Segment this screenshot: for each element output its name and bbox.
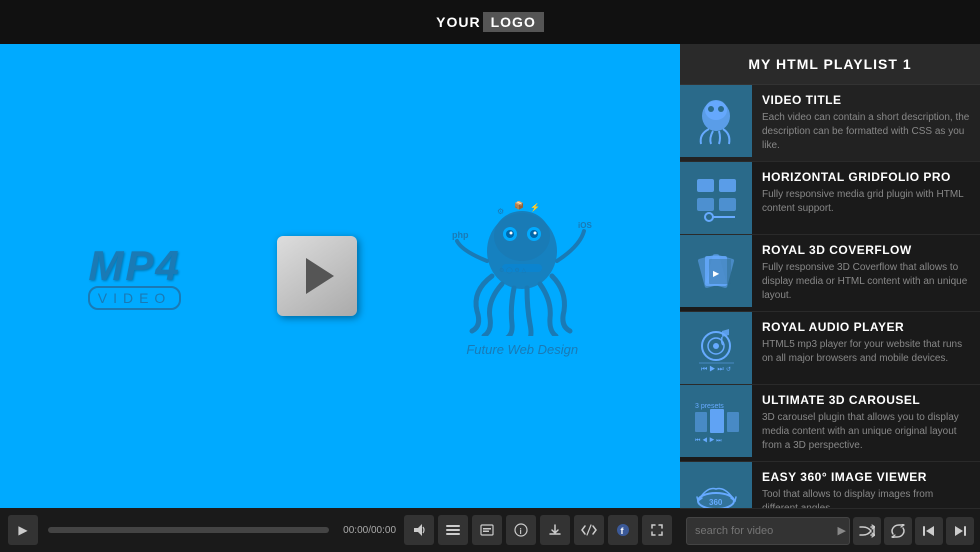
svg-text:⚡: ⚡ [530, 202, 540, 212]
svg-text:▶: ▶ [713, 269, 720, 278]
playlist-item-title-3: ROYAL AUDIO PLAYER [762, 320, 970, 334]
playlist-thumb-0 [680, 85, 752, 157]
playlist-item[interactable]: 360 EASY 360° IMAGE VIEWER Tool that all… [680, 462, 980, 508]
mp4-text: MP4 [88, 242, 180, 290]
svg-text:i: i [520, 527, 522, 536]
playlist-thumb-3: ⏮ ▶ ⏭ ↺ [680, 312, 752, 384]
svg-text:360: 360 [709, 498, 723, 507]
facebook-button[interactable]: f [608, 515, 638, 545]
playlist-item[interactable]: ▶ ROYAL 3D COVERFLOW Fully responsive 3D… [680, 235, 980, 312]
playlist-item-title-2: ROYAL 3D COVERFLOW [762, 243, 970, 257]
shuffle-icon [859, 524, 875, 538]
playlist-item-desc-1: Fully responsive media grid plugin with … [762, 188, 970, 216]
thumb-icon-3: ⏮ ▶ ⏭ ↺ [689, 321, 744, 376]
thumb-icon-0 [689, 94, 744, 149]
sidebar: MY HTML PLAYLIST 1 [680, 44, 980, 552]
mascot-area: php iOS ⚙ 📦 ⚡ ⚙ ◯ ⚙ △ Future Web Design [452, 196, 592, 357]
playlist-item-title-1: HORIZONTAL GRIDFOLIO PRO [762, 170, 970, 184]
info-button[interactable]: i [506, 515, 536, 545]
volume-icon [412, 523, 426, 537]
playlist-item-desc-4: 3D carousel plugin that allows you to di… [762, 411, 970, 453]
svg-text:⚙ ◯ ⚙ △: ⚙ ◯ ⚙ △ [499, 267, 526, 274]
playlist-item[interactable]: VIDEO TITLE Each video can contain a sho… [680, 85, 980, 162]
playlist-info-2: ROYAL 3D COVERFLOW Fully responsive 3D C… [752, 235, 980, 311]
playlist-thumb-2: ▶ [680, 235, 752, 307]
progress-bar[interactable] [48, 527, 329, 533]
volume-button[interactable] [404, 515, 434, 545]
fullscreen-button[interactable] [642, 515, 672, 545]
next-icon [953, 524, 967, 538]
video-text: VIDEO [88, 286, 182, 310]
search-container: ▶ [686, 517, 850, 545]
loop-icon [890, 524, 906, 538]
svg-text:⏮ ▶ ⏭: ⏮ ▶ ⏭ [701, 365, 724, 373]
playlist-item[interactable]: HORIZONTAL GRIDFOLIO PRO Fully responsiv… [680, 162, 980, 235]
mp4-logo: MP4 VIDEO [88, 242, 182, 310]
main-area: MP4 VIDEO [0, 44, 980, 552]
facebook-icon: f [616, 523, 630, 537]
playlist-item-title-0: VIDEO TITLE [762, 93, 970, 107]
loop-button[interactable] [884, 517, 912, 545]
playlist-item[interactable]: 3 presets ⏮ ◀ ▶ ⏭ ULTIMATE 3D CAROUSEL 3… [680, 385, 980, 462]
playlist-item-desc-5: Tool that allows to display images from … [762, 488, 970, 508]
svg-text:⏮ ◀ ▶ ⏭: ⏮ ◀ ▶ ⏭ [695, 437, 722, 444]
download-icon [548, 523, 562, 537]
playlist-container[interactable]: VIDEO TITLE Each video can contain a sho… [680, 85, 980, 508]
playlist-item-title-4: ULTIMATE 3D CAROUSEL [762, 393, 970, 407]
playlist-button[interactable] [438, 515, 468, 545]
playlist-info-5: EASY 360° IMAGE VIEWER Tool that allows … [752, 462, 980, 508]
search-input[interactable] [686, 517, 850, 545]
embed-icon [581, 524, 597, 536]
playlist-info-4: ULTIMATE 3D CAROUSEL 3D carousel plugin … [752, 385, 980, 461]
svg-text:📦: 📦 [514, 200, 524, 210]
playlist-item-desc-0: Each video can contain a short descripti… [762, 111, 970, 153]
svg-text:3 presets: 3 presets [695, 403, 724, 410]
mascot-icon: php iOS ⚙ 📦 ⚡ ⚙ ◯ ⚙ △ [452, 196, 592, 336]
info-icon: i [514, 523, 528, 537]
top-bar: YOUR LOGO [0, 0, 980, 44]
logo-your: YOUR [436, 14, 480, 30]
fullscreen-icon [650, 523, 664, 537]
playlist-thumb-4: 3 presets ⏮ ◀ ▶ ⏭ [680, 385, 752, 457]
prev-icon [922, 524, 936, 538]
mascot-label: Future Web Design [466, 342, 578, 357]
logo: YOUR LOGO [436, 12, 544, 32]
playlist-item-desc-2: Fully responsive 3D Coverflow that allow… [762, 261, 970, 303]
prev-track-button[interactable] [915, 517, 943, 545]
svg-text:iOS: iOS [578, 221, 592, 230]
thumb-icon-5: 360 [689, 471, 744, 509]
time-display: 00:00/00:00 [339, 525, 400, 536]
svg-text:php: php [452, 230, 469, 240]
next-track-button[interactable] [946, 517, 974, 545]
playlist-item-title-5: EASY 360° IMAGE VIEWER [762, 470, 970, 484]
playlist-thumb-1 [680, 162, 752, 234]
search-submit-button[interactable]: ▶ [838, 524, 846, 537]
thumb-icon-4: 3 presets ⏮ ◀ ▶ ⏭ [689, 394, 744, 449]
video-area: MP4 VIDEO [0, 44, 680, 552]
playlist-info-3: ROYAL AUDIO PLAYER HTML5 mp3 player for … [752, 312, 980, 384]
logo-box: LOGO [483, 12, 544, 32]
chapters-button[interactable] [472, 515, 502, 545]
embed-button[interactable] [574, 515, 604, 545]
svg-text:⚙: ⚙ [497, 207, 504, 216]
chapters-icon [480, 524, 494, 536]
svg-text:↺: ↺ [726, 366, 731, 373]
playlist-info-0: VIDEO TITLE Each video can contain a sho… [752, 85, 980, 161]
playlist-item[interactable]: ⏮ ▶ ⏭ ↺ ROYAL AUDIO PLAYER HTML5 mp3 pla… [680, 312, 980, 385]
playlist-item-desc-3: HTML5 mp3 player for your website that r… [762, 338, 970, 366]
sidebar-header: MY HTML PLAYLIST 1 [680, 44, 980, 85]
sidebar-controls: ▶ [680, 508, 980, 552]
video-play-button[interactable] [277, 236, 357, 316]
thumb-icon-1 [689, 171, 744, 226]
video-controls-bar: ▶ 00:00/00:00 [0, 508, 680, 552]
playlist-info-1: HORIZONTAL GRIDFOLIO PRO Fully responsiv… [752, 162, 980, 234]
playlist-title: MY HTML PLAYLIST 1 [696, 56, 964, 72]
playlist-thumb-5: 360 [680, 462, 752, 508]
thumb-icon-2: ▶ [689, 244, 744, 299]
shuffle-button[interactable] [853, 517, 881, 545]
video-content: MP4 VIDEO [0, 44, 680, 508]
playlist-icon [446, 524, 460, 536]
download-button[interactable] [540, 515, 570, 545]
play-pause-button[interactable]: ▶ [8, 515, 38, 545]
